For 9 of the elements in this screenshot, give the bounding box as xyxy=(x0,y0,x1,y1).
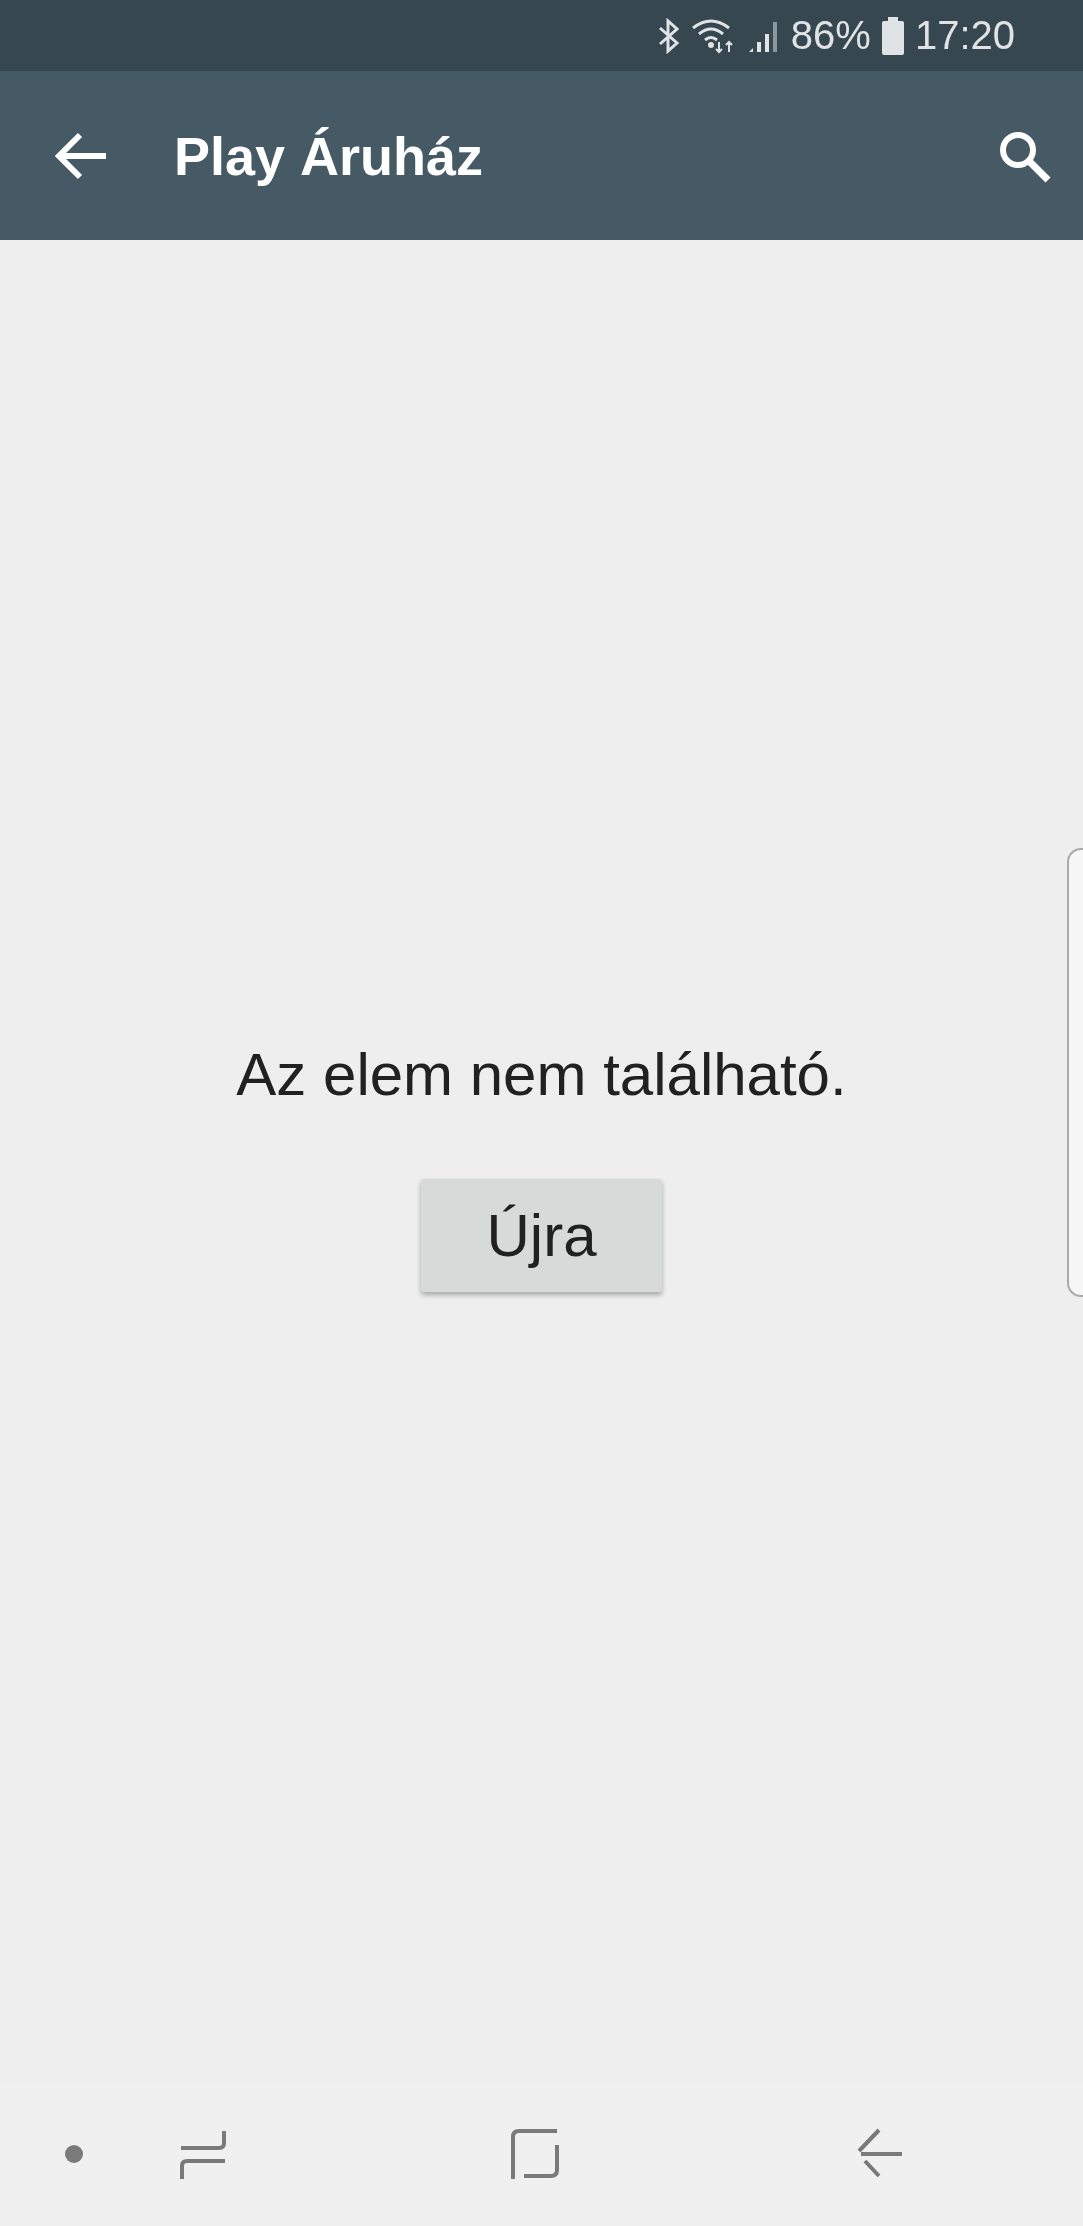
bluetooth-icon xyxy=(656,17,681,54)
dot-icon[interactable] xyxy=(64,2144,84,2164)
edge-panel-handle[interactable] xyxy=(1067,848,1083,1297)
clock-time: 17:20 xyxy=(914,13,1015,58)
app-bar-title: Play Áruház xyxy=(174,124,485,187)
battery-icon xyxy=(880,16,905,55)
not-found-message: Az elem nem található. xyxy=(236,1040,847,1109)
battery-percentage: 86% xyxy=(790,13,871,58)
retry-button[interactable]: Újra xyxy=(421,1179,662,1292)
